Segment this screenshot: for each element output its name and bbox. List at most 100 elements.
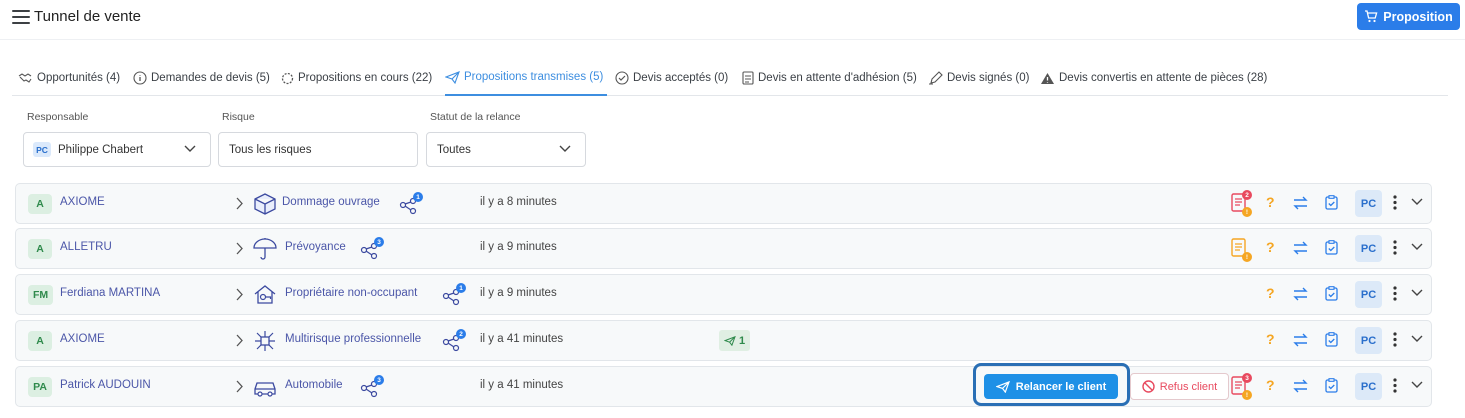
elapsed-time: il y a 9 minutes (480, 241, 557, 253)
risque-input[interactable]: Tous les risques (218, 132, 418, 167)
handshake-icon (18, 72, 32, 83)
question-icon[interactable]: ? (1266, 377, 1275, 393)
elapsed-time: il y a 41 minutes (480, 333, 564, 345)
assigned-user-button[interactable]: PC (1355, 327, 1382, 354)
chevron-right-icon (236, 242, 243, 255)
relance-count-badge: 1 (719, 330, 750, 351)
transfer-icon[interactable] (1293, 241, 1308, 255)
paper-plane-icon (445, 70, 460, 84)
expand-chevron-icon[interactable] (1411, 243, 1423, 251)
pipeline-tabs: Opportunités (4) Demandes de devis (5) P… (12, 60, 1448, 96)
assigned-user-button[interactable]: PC (1355, 373, 1382, 400)
expand-chevron-icon[interactable] (1411, 289, 1423, 297)
more-options-icon[interactable] (1393, 195, 1397, 210)
share-count-badge: 2 (456, 329, 466, 339)
client-name[interactable]: ALLETRU (60, 241, 112, 253)
assigned-user-button[interactable]: PC (1355, 235, 1382, 262)
question-icon[interactable]: ? (1266, 239, 1275, 255)
clipboard-check-icon[interactable] (1325, 332, 1338, 347)
clipboard-check-icon[interactable] (1325, 195, 1338, 210)
share-indicator[interactable]: 2 (442, 329, 466, 355)
client-avatar: FM (28, 285, 54, 305)
doc-alert-badge: 3 (1242, 373, 1252, 383)
proposition-button-label: Proposition (1383, 9, 1453, 24)
share-indicator[interactable]: 1 (442, 283, 466, 309)
transfer-icon[interactable] (1293, 333, 1308, 347)
proposition-button[interactable]: Proposition (1357, 3, 1460, 30)
tab-propositions-en-cours[interactable]: Propositions en cours (22) (281, 60, 432, 96)
table-row[interactable]: FM Ferdiana MARTINA Propriétaire non-occ… (15, 274, 1432, 315)
refus-client-label: Refus client (1159, 380, 1218, 393)
pen-icon (929, 71, 943, 85)
statut-value: Toutes (437, 143, 471, 156)
filter-risque-label: Risque (222, 111, 255, 123)
client-avatar: A (28, 194, 52, 214)
table-row[interactable]: A ALLETRU Prévoyance 3 il y a 9 minutes … (15, 228, 1432, 269)
spinner-icon (281, 72, 294, 84)
tab-devis-acceptes[interactable]: Devis acceptés (0) (615, 60, 728, 96)
elapsed-time: il y a 8 minutes (480, 196, 557, 208)
more-options-icon[interactable] (1393, 286, 1397, 301)
clipboard-check-icon[interactable] (1325, 378, 1338, 393)
doc-warning-badge: ! (1242, 207, 1252, 217)
tab-devis-convertis[interactable]: Devis convertis en attente de pièces (28… (1040, 60, 1267, 96)
risque-value: Tous les risques (229, 143, 312, 156)
table-row[interactable]: A AXIOME Dommage ouvrage 1 il y a 8 minu… (15, 183, 1432, 224)
more-options-icon[interactable] (1393, 332, 1397, 347)
expand-chevron-icon[interactable] (1411, 381, 1423, 389)
relancer-client-label: Relancer le client (1015, 380, 1107, 393)
expand-chevron-icon[interactable] (1411, 198, 1423, 206)
risk-label[interactable]: Multirisque professionnelle (285, 333, 421, 345)
question-icon[interactable]: ? (1266, 194, 1275, 210)
transfer-icon[interactable] (1293, 287, 1308, 301)
more-options-icon[interactable] (1393, 378, 1397, 393)
page-title: Tunnel de vente (34, 8, 142, 25)
clipboard-check-icon[interactable] (1325, 286, 1338, 301)
expand-chevron-icon[interactable] (1411, 335, 1423, 343)
chevron-right-icon (236, 288, 243, 301)
tab-propositions-transmises[interactable]: Propositions transmises (5) (445, 60, 608, 96)
transfer-icon[interactable] (1293, 379, 1308, 393)
share-indicator[interactable]: 3 (360, 375, 384, 401)
umbrella-icon (253, 238, 277, 260)
question-icon[interactable]: ? (1266, 285, 1275, 301)
tab-devis-signes[interactable]: Devis signés (0) (928, 60, 1029, 96)
table-row[interactable]: PA Patrick AUDOUIN Automobile 3 il y a 4… (15, 363, 1432, 407)
client-avatar: A (28, 331, 52, 351)
transfer-icon[interactable] (1293, 196, 1308, 210)
ban-icon (1142, 380, 1155, 393)
refus-client-button[interactable]: Refus client (1130, 373, 1229, 400)
table-row[interactable]: A AXIOME Multirisque professionnelle 2 i… (15, 320, 1432, 361)
client-avatar: PA (28, 377, 52, 397)
risk-label[interactable]: Dommage ouvrage (282, 196, 380, 208)
documents-indicator[interactable]: 2 ! (1230, 190, 1254, 217)
relancer-client-button[interactable]: Relancer le client (984, 374, 1118, 399)
tab-devis-attente-adhesion[interactable]: Devis en attente d'adhésion (5) (742, 60, 917, 96)
responsable-select[interactable]: PC Philippe Chabert (23, 132, 211, 167)
documents-indicator[interactable]: ! (1230, 237, 1254, 262)
share-count-badge: 1 (413, 192, 423, 202)
risk-label[interactable]: Prévoyance (285, 241, 346, 253)
share-indicator[interactable]: 1 (399, 192, 423, 218)
documents-indicator[interactable]: 3 ! (1230, 373, 1254, 400)
share-indicator[interactable]: 3 (360, 237, 384, 263)
assigned-user-button[interactable]: PC (1355, 190, 1382, 217)
more-options-icon[interactable] (1393, 240, 1397, 255)
statut-relance-select[interactable]: Toutes (426, 132, 586, 167)
menu-icon[interactable] (12, 10, 30, 24)
paper-plane-icon (723, 335, 736, 346)
client-name[interactable]: Patrick AUDOUIN (60, 379, 151, 391)
elapsed-time: il y a 9 minutes (480, 287, 557, 299)
cart-icon (1365, 10, 1378, 23)
risk-label[interactable]: Propriétaire non-occupant (285, 287, 417, 299)
tab-opportunites[interactable]: Opportunités (4) (18, 60, 120, 96)
clipboard-check-icon[interactable] (1325, 240, 1338, 255)
client-name[interactable]: AXIOME (60, 196, 105, 208)
paper-plane-icon (995, 380, 1010, 393)
assigned-user-button[interactable]: PC (1355, 281, 1382, 308)
client-name[interactable]: Ferdiana MARTINA (60, 287, 160, 299)
risk-label[interactable]: Automobile (285, 379, 343, 391)
client-name[interactable]: AXIOME (60, 333, 105, 345)
question-icon[interactable]: ? (1266, 331, 1275, 347)
tab-demandes-devis[interactable]: Demandes de devis (5) (133, 60, 270, 96)
